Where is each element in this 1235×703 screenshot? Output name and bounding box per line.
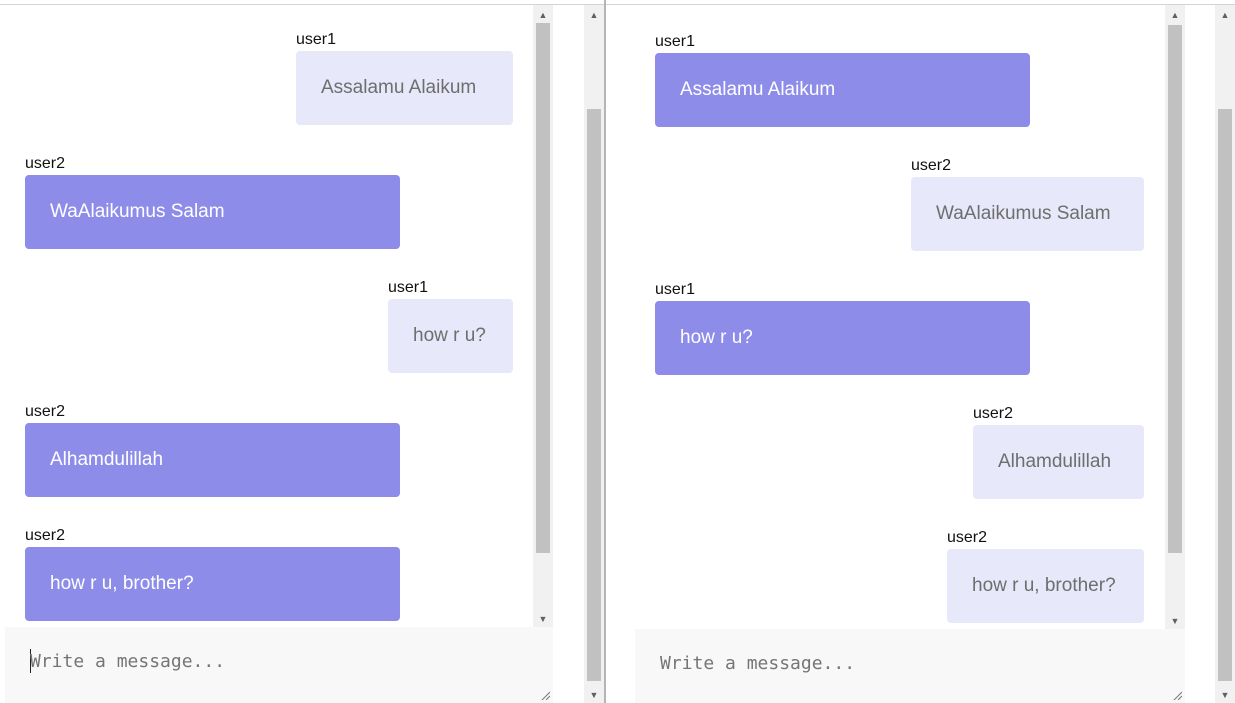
- scroll-up-arrow-icon[interactable]: ▲: [1215, 9, 1235, 21]
- scroll-up-arrow-icon[interactable]: ▲: [1165, 9, 1185, 21]
- message-bubble: how r u?: [655, 301, 1030, 375]
- message-bubble: how r u, brother?: [25, 547, 400, 621]
- chat-pane-left: user1 Assalamu Alaikum user2 WaAlaikumus…: [0, 5, 604, 703]
- resize-grip-icon[interactable]: [1172, 690, 1182, 700]
- scroll-up-arrow-icon[interactable]: ▲: [533, 9, 553, 21]
- message-sender: user1: [655, 33, 696, 50]
- message-input[interactable]: Write a message...: [660, 653, 855, 674]
- message-sender: user2: [947, 529, 988, 546]
- message-item: user2 WaAlaikumus Salam: [911, 157, 1144, 251]
- message-item: user1 how r u?: [388, 279, 513, 373]
- pane-scrollbar[interactable]: ▲ ▼: [584, 5, 604, 703]
- scrollbar-thumb[interactable]: [1168, 25, 1182, 553]
- scrollbar-thumb[interactable]: [536, 23, 550, 553]
- message-sender: user2: [25, 527, 66, 544]
- message-item: user2 Alhamdulillah: [25, 403, 400, 497]
- message-item: user1 Assalamu Alaikum: [655, 33, 1030, 127]
- scroll-up-arrow-icon[interactable]: ▲: [584, 9, 604, 21]
- message-list[interactable]: user1 Assalamu Alaikum user2 WaAlaikumus…: [635, 5, 1165, 629]
- message-item: user1 Assalamu Alaikum: [296, 31, 513, 125]
- message-bubble: Alhamdulillah: [973, 425, 1144, 499]
- resize-grip-icon[interactable]: [540, 690, 550, 700]
- message-bubble: WaAlaikumus Salam: [911, 177, 1144, 251]
- message-composer[interactable]: Write a message...: [5, 627, 553, 703]
- scroll-down-arrow-icon[interactable]: ▼: [584, 689, 604, 701]
- scroll-down-arrow-icon[interactable]: ▼: [1165, 615, 1185, 627]
- message-bubble: Assalamu Alaikum: [296, 51, 513, 125]
- message-list-scrollbar[interactable]: ▲ ▼: [533, 5, 553, 627]
- message-sender: user2: [25, 155, 66, 172]
- message-bubble: Alhamdulillah: [25, 423, 400, 497]
- message-item: user2 how r u, brother?: [947, 529, 1144, 623]
- message-sender: user2: [25, 403, 66, 420]
- scroll-down-arrow-icon[interactable]: ▼: [533, 613, 553, 625]
- scroll-down-arrow-icon[interactable]: ▼: [1215, 689, 1235, 701]
- message-list[interactable]: user1 Assalamu Alaikum user2 WaAlaikumus…: [5, 5, 533, 627]
- message-item: user2 how r u, brother?: [25, 527, 400, 621]
- message-item: user2 WaAlaikumus Salam: [25, 155, 400, 249]
- message-sender: user1: [388, 279, 429, 296]
- chat-pane-right: user1 Assalamu Alaikum user2 WaAlaikumus…: [606, 5, 1235, 703]
- pane-scrollbar[interactable]: ▲ ▼: [1215, 5, 1235, 703]
- message-bubble: how r u?: [388, 299, 513, 373]
- message-bubble: WaAlaikumus Salam: [25, 175, 400, 249]
- message-composer[interactable]: Write a message...: [635, 629, 1185, 703]
- message-item: user1 how r u?: [655, 281, 1030, 375]
- message-list-scrollbar[interactable]: ▲ ▼: [1165, 5, 1185, 629]
- message-input[interactable]: Write a message...: [30, 651, 225, 672]
- message-bubble: Assalamu Alaikum: [655, 53, 1030, 127]
- message-sender: user1: [296, 31, 337, 48]
- message-sender: user2: [973, 405, 1014, 422]
- message-sender: user2: [911, 157, 952, 174]
- scrollbar-thumb[interactable]: [1218, 109, 1232, 681]
- message-bubble: how r u, brother?: [947, 549, 1144, 623]
- message-sender: user1: [655, 281, 696, 298]
- message-item: user2 Alhamdulillah: [973, 405, 1144, 499]
- scrollbar-thumb[interactable]: [587, 109, 601, 681]
